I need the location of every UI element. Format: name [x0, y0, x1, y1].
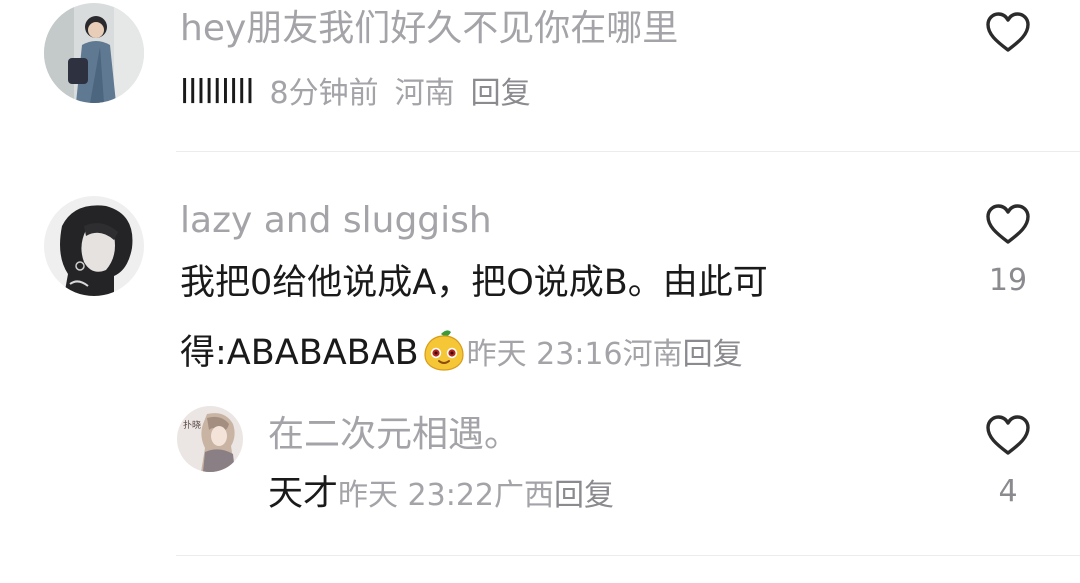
avatar-image — [44, 3, 144, 103]
comment-username[interactable]: lazy and sluggish — [180, 203, 492, 239]
reply-content: 天才 — [268, 474, 339, 514]
reply-username[interactable]: 在二次元相遇。 — [268, 417, 520, 453]
reply-button[interactable]: 回复 — [471, 76, 531, 111]
comment-location: 河南 — [622, 337, 683, 372]
like-button[interactable] — [984, 202, 1032, 246]
comment-meta: 得:ABABABAB 昨天 23:16河南回复 — [180, 328, 743, 372]
mango-face-emoji — [424, 330, 464, 371]
reply-meta: 天才昨天 23:22广西回复 — [268, 477, 614, 512]
divider — [176, 151, 1080, 152]
like-button[interactable] — [984, 413, 1032, 457]
avatar[interactable] — [44, 196, 144, 296]
reply-time: 昨天 23:22 — [338, 478, 495, 513]
comment-content-line: 得:ABABABAB — [180, 333, 419, 373]
avatar[interactable] — [44, 3, 144, 103]
reply-button[interactable]: 回复 — [554, 478, 614, 513]
avatar-image: 扑晓 — [177, 406, 243, 472]
comment-time: 昨天 23:16 — [466, 337, 623, 372]
comment-username[interactable]: hey朋友我们好久不见你在哪里 — [180, 11, 678, 47]
avatar-image — [44, 196, 144, 296]
comment-meta: lllllllll 8分钟前 河南 回复 — [180, 75, 531, 109]
reply-location: 广西 — [494, 478, 555, 513]
comment-time: 8分钟前 — [269, 76, 379, 111]
like-button[interactable] — [984, 10, 1032, 54]
svg-text:扑晓: 扑晓 — [183, 419, 201, 431]
avatar[interactable]: 扑晓 — [177, 406, 243, 472]
comment-content-line: 我把0给他说成A，把O说成B。由此可 — [180, 263, 768, 303]
heart-outline-icon — [986, 204, 1030, 244]
like-count: 19 — [988, 263, 1028, 298]
comment-content: lllllllll — [180, 72, 255, 111]
comment-location: 河南 — [394, 76, 455, 111]
heart-outline-icon — [986, 415, 1030, 455]
reply-button[interactable]: 回复 — [683, 337, 743, 372]
heart-outline-icon — [986, 12, 1030, 52]
divider — [176, 555, 1080, 556]
like-count: 4 — [998, 474, 1018, 509]
comment-list: hey朋友我们好久不见你在哪里 lllllllll 8分钟前 河南 回复 lazy a… — [0, 0, 1080, 583]
